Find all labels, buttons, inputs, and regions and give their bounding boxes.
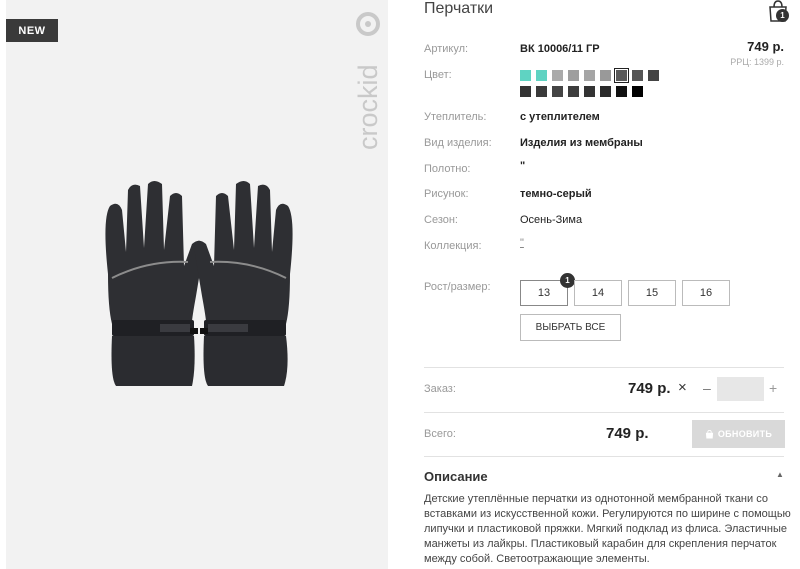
update-button-label: ОБНОВИТЬ [717,429,773,439]
color-swatch[interactable] [584,86,595,97]
spec-label-type: Вид изделия: [424,137,492,149]
color-swatch[interactable] [536,70,547,81]
gloves-photo [105,181,293,386]
bag-icon [705,429,713,439]
update-button[interactable]: ОБНОВИТЬ [692,420,785,448]
chevron-up-icon[interactable]: ▲ [776,470,784,479]
spec-value-season: Осень-Зима [520,214,583,226]
size-count-badge: 1 [560,273,575,288]
spec-value-pattern: темно-серый [520,188,592,200]
svg-text:crockid: crockid [353,64,383,150]
product-image-panel[interactable]: NEW crockid [6,0,388,569]
spec-value-insulation: с утеплителем [520,111,600,123]
new-badge: NEW [6,19,58,42]
brand-logo: crockid [353,12,383,150]
cart-count-badge: 1 [776,9,789,22]
increment-button[interactable]: + [769,380,777,396]
color-swatch[interactable] [552,86,563,97]
total-label: Всего: [424,428,456,440]
color-swatch[interactable] [616,86,627,97]
spec-label-color: Цвет: [424,69,452,81]
order-price: 749 р. [628,380,671,397]
description-title[interactable]: Описание [424,469,488,484]
recommended-price: РРЦ: 1399 р. [730,57,784,67]
size-option-15[interactable]: 15 [628,280,676,306]
decrement-button[interactable]: – [703,380,711,396]
product-details: Перчатки 1 749 р. РРЦ: 1399 р. Артикул: … [424,0,800,569]
quantity-input[interactable] [717,377,764,401]
description-text: Детские утеплённые перчатки из однотонно… [424,493,791,565]
color-swatch[interactable] [568,70,579,81]
color-swatch[interactable] [600,86,611,97]
color-swatch[interactable] [632,70,643,81]
divider [424,412,784,413]
spec-label-article: Артикул: [424,43,469,55]
color-swatch[interactable] [552,70,563,81]
total-price: 749 р. [606,425,649,442]
spec-value-type: Изделия из мембраны [520,137,643,149]
order-label: Заказ: [424,383,456,395]
color-swatch[interactable] [584,70,595,81]
color-swatch[interactable] [600,70,611,81]
size-option-14[interactable]: 14 [574,280,622,306]
size-option-16[interactable]: 16 [682,280,730,306]
color-swatch[interactable] [520,86,531,97]
product-price: 749 р. [747,39,784,54]
divider [424,456,784,457]
spec-label-collection: Коллекция: [424,240,482,252]
spec-value-fabric: " [520,160,526,172]
spec-value-article: ВК 10006/11 ГР [520,43,600,55]
color-swatch[interactable] [632,86,643,97]
spec-value-collection[interactable]: " [520,237,524,249]
spec-label-insulation: Утеплитель: [424,111,487,123]
select-all-button[interactable]: ВЫБРАТЬ ВСЕ [520,314,621,341]
divider [424,367,784,368]
color-swatch[interactable] [568,86,579,97]
spec-label-fabric: Полотно: [424,163,471,175]
close-icon[interactable]: × [678,379,687,396]
spec-label-season: Сезон: [424,214,458,226]
spec-label-pattern: Рисунок: [424,188,469,200]
color-swatch[interactable] [520,70,531,81]
color-swatch[interactable] [648,70,659,81]
color-swatch[interactable] [614,68,629,83]
product-title: Перчатки [424,0,494,17]
spec-label-size: Рост/размер: [424,281,491,293]
color-swatch[interactable] [536,86,547,97]
